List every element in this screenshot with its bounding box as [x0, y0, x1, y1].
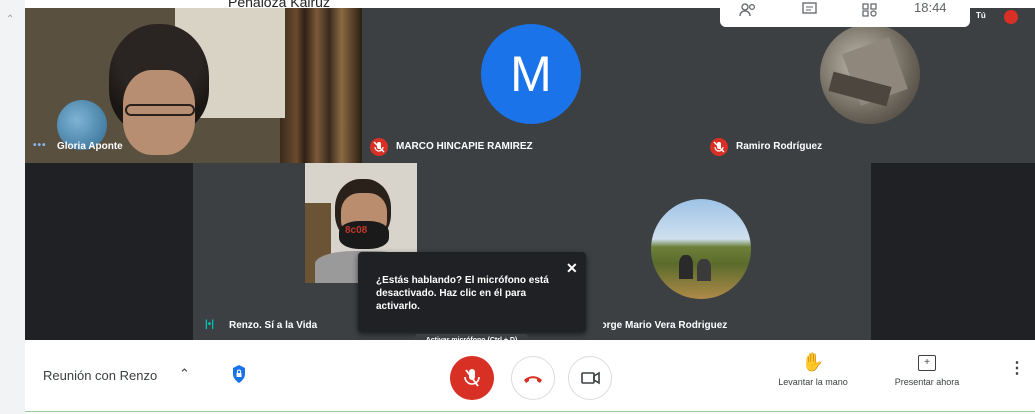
participant-tile-ramiro[interactable]: Ramiro Rodríguez [702, 8, 1035, 163]
participant-tile-marco[interactable]: M MARCO HINCAPIE RAMIREZ [362, 8, 702, 163]
lock-icon[interactable] [231, 364, 247, 384]
empty-area [871, 163, 1035, 340]
participant-tile-jorge[interactable]: Jorge Mario Vera Rodriguez [603, 163, 871, 340]
meeting-title[interactable]: Reunión con Renzo [43, 368, 157, 383]
avatar [820, 24, 920, 124]
bottom-divider [25, 411, 1035, 412]
toast-message: ¿Estás hablando? El micrófono está desac… [376, 275, 549, 312]
self-preview-tile[interactable]: Tú [970, 8, 1035, 26]
participant-status-dots: ••• [33, 140, 47, 151]
hand-icon: ✋ [801, 352, 825, 372]
chat-icon[interactable] [800, 2, 820, 18]
camera-toggle-button[interactable] [568, 356, 612, 400]
self-label: Tú [976, 11, 986, 20]
mic-toggle-button[interactable] [450, 356, 494, 400]
hang-up-button[interactable] [511, 356, 555, 400]
meeting-topbar: 18:44 [720, 0, 970, 27]
empty-area [25, 163, 193, 340]
participant-name: Ramiro Rodríguez [736, 141, 823, 152]
activities-icon[interactable] [860, 2, 880, 18]
meeting-clock: 18:44 [914, 0, 947, 15]
participant-name: MARCO HINCAPIE RAMIREZ [396, 141, 533, 152]
left-edge [0, 0, 25, 414]
glasses [125, 104, 195, 116]
mic-off-icon [710, 138, 728, 156]
chevron-up-icon[interactable]: ⌃ [179, 366, 190, 382]
participant-name: Jorge Mario Vera Rodriguez [603, 320, 728, 331]
present-icon: + [918, 355, 936, 371]
present-button[interactable]: + Presentar ahora [877, 352, 977, 402]
bottom-control-bar: Reunión con Renzo ⌃ ✋ Levantar la mano +… [25, 340, 1035, 414]
present-label: Presentar ahora [894, 377, 960, 387]
people-icon[interactable] [738, 2, 758, 18]
self-mic-off-icon [1004, 10, 1018, 24]
participant-tile-gloria[interactable]: ••• Gloria Aponte [25, 8, 362, 163]
avatar: M [481, 24, 581, 124]
close-icon[interactable]: ✕ [566, 261, 578, 275]
avatar [651, 199, 751, 299]
bookshelf [280, 8, 362, 163]
more-options-icon[interactable]: ⋮ [1009, 361, 1025, 377]
participant-name: Gloria Aponte [57, 141, 123, 152]
audio-level-icon: |•| [205, 319, 215, 330]
scroll-arrow-icon[interactable]: ⌃ [6, 14, 14, 25]
mic-off-icon [370, 138, 388, 156]
participant-name: Renzo. Sí a la Vida [229, 320, 318, 331]
mic-muted-toast: ¿Estás hablando? El micrófono está desac… [358, 252, 586, 332]
raise-hand-button[interactable]: ✋ Levantar la mano [763, 352, 863, 402]
raise-hand-label: Levantar la mano [778, 377, 848, 387]
